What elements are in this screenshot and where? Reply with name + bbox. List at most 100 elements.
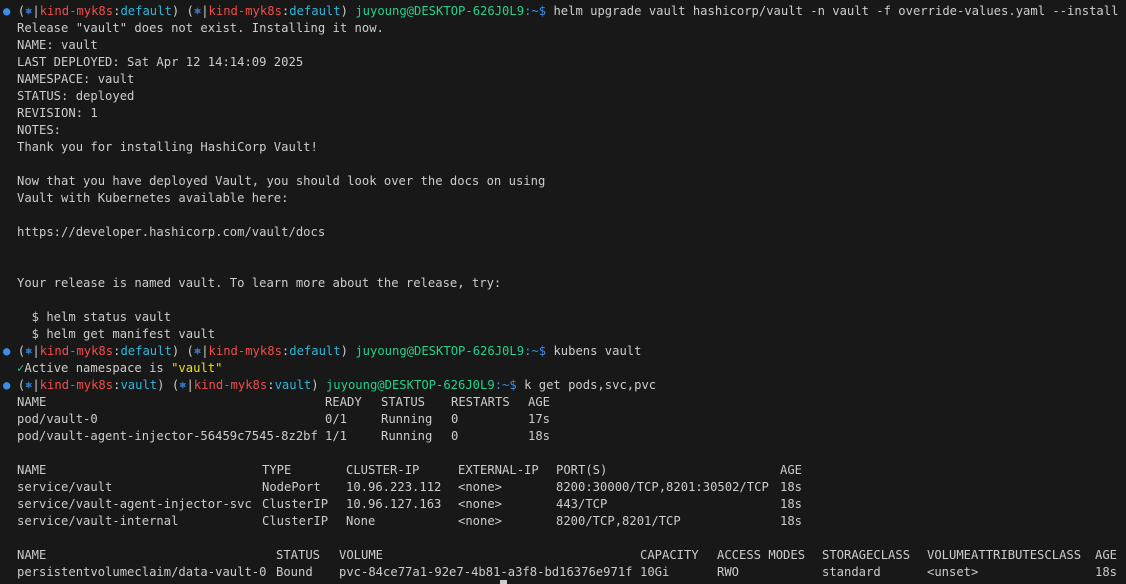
helm-output-line: NOTES: [17,122,61,139]
prompt-status-dot-icon: ● [3,378,11,392]
table-cell: 8200/TCP,8201/TCP [556,514,681,528]
table-cell: VOLUME [339,548,384,562]
table-cell: service/vault [17,480,113,494]
output-text: Your release is named vault. To learn mo… [17,276,502,290]
shell-command[interactable]: kubens vault [553,344,641,358]
table-cell: 0 [451,412,459,426]
table-cell: STORAGECLASS [822,548,911,562]
table-cell: ACCESS MODES [717,548,806,562]
kube-namespace: vault [274,378,312,392]
table-cell: NodePort [262,480,321,494]
table-cell: persistentvolumeclaim/data-vault-0 [17,565,267,579]
table-cell: RWO [717,565,740,579]
table-cell: <none> [458,497,503,511]
helm-output-line: $ helm status vault [17,309,171,326]
helm-output-line: https://developer.hashicorp.com/vault/do… [17,224,325,241]
kube-context: kind-myk8s [208,344,282,358]
prompt-separator: | [32,378,40,392]
table-cell: service/vault-agent-injector-svc [17,497,252,511]
kube-context: kind-myk8s [193,378,268,392]
prompt-line: ● (⎈|kind-myk8s:default) (⎈|kind-myk8s:d… [3,3,1118,20]
table-cell: 8200:30000/TCP,8201:30502/TCP [556,480,769,494]
output-text: Vault with Kubernetes available here: [17,191,289,205]
table-cell: <none> [458,514,503,528]
table-cell: NAME [17,395,47,409]
output-text: Thank you for installing HashiCorp Vault… [17,140,318,154]
table-cell: STATUS [381,395,426,409]
kube-namespace: default [289,4,341,18]
helm-output-line: REVISION: 1 [17,105,98,122]
kube-context: kind-myk8s [39,4,114,18]
prompt-path: :~$ [524,344,547,358]
prompt-status-dot-icon: ● [3,344,11,358]
table-cell: 18s [780,497,803,511]
prompt-separator: | [201,344,209,358]
output-text: LAST DEPLOYED: Sat Apr 12 14:14:09 2025 [17,55,304,69]
prompt-separator: | [32,344,40,358]
helm-output-line: Release "vault" does not exist. Installi… [17,20,384,37]
table-cell: <none> [458,480,503,494]
prompt-separator: | [32,4,40,18]
prompt-paren-open: ( [17,378,26,392]
output-text: REVISION: 1 [17,106,98,120]
kubens-message: Active namespace is [24,361,172,375]
shell-command[interactable]: helm upgrade vault hashicorp/vault -n va… [553,4,1118,18]
kube-namespace: default [120,344,172,358]
prompt-separator: | [186,378,194,392]
prompt-line: ● (⎈|kind-myk8s:vault) (⎈|kind-myk8s:vau… [3,377,656,394]
table-cell: AGE [780,463,803,477]
kube-namespace: vault [120,378,158,392]
table-cell: STATUS [276,548,321,562]
table-cell: 10.96.127.163 [346,497,442,511]
helm-output-line: LAST DEPLOYED: Sat Apr 12 14:14:09 2025 [17,54,303,71]
output-text: STATUS: deployed [17,89,135,103]
table-cell: RESTARTS [451,395,510,409]
prompt-separator: | [201,4,209,18]
prompt-paren-close: ) [340,4,348,18]
output-text: NAMESPACE: vault [17,72,135,86]
prompt-paren-open: ( [186,344,194,358]
table-cell: VOLUMEATTRIBUTESCLASS [927,548,1082,562]
output-text: $ helm get manifest vault [17,327,216,341]
table-cell: 18s [780,480,803,494]
helm-output-line: STATUS: deployed [17,88,134,105]
table-cell: 10.96.223.112 [346,480,442,494]
table-cell: 18s [780,514,803,528]
prompt-paren-open: ( [186,4,194,18]
table-cell: 0 [451,429,459,443]
helm-output-line: NAME: vault [17,37,98,54]
prompt-paren-close: ) [157,378,165,392]
prompt-path: :~$ [524,4,547,18]
table-cell: pvc-84ce77a1-92e7-4b81-a3f8-bd16376e971f [339,565,633,579]
table-cell: NAME [17,463,47,477]
table-cell: <unset> [927,565,979,579]
shell-command[interactable]: k get pods,svc,pvc [524,378,656,392]
output-text: Release "vault" does not exist. Installi… [17,21,384,35]
kubens-namespace-value: "vault" [171,361,223,375]
table-cell: CAPACITY [640,548,699,562]
kubens-output-line: ✓Active namespace is "vault" [17,360,222,377]
output-text: NOTES: [17,123,62,137]
helm-output-line: Vault with Kubernetes available here: [17,190,289,207]
terminal-window[interactable]: ● (⎈|kind-myk8s:default) (⎈|kind-myk8s:d… [0,0,1126,584]
table-cell: 10Gi [640,565,670,579]
table-cell: Bound [276,565,313,579]
table-cell: None [346,514,376,528]
prompt-paren-close: ) [311,378,319,392]
kube-context: kind-myk8s [208,4,282,18]
kube-context: kind-myk8s [39,378,114,392]
output-text: NAME: vault [17,38,98,52]
table-cell: Running [381,412,433,426]
table-cell: pod/vault-0 [17,412,98,426]
table-cell: READY [325,395,362,409]
helm-output-line: NAMESPACE: vault [17,71,134,88]
table-cell: 0/1 [325,412,348,426]
prompt-path: :~$ [494,378,517,392]
prompt-status-dot-icon: ● [3,4,11,18]
table-cell: EXTERNAL-IP [458,463,539,477]
table-cell: ClusterIP [262,497,329,511]
table-cell: service/vault-internal [17,514,179,528]
kube-namespace: default [289,344,341,358]
table-cell: 1/1 [325,429,348,443]
table-cell: 18s [528,429,551,443]
